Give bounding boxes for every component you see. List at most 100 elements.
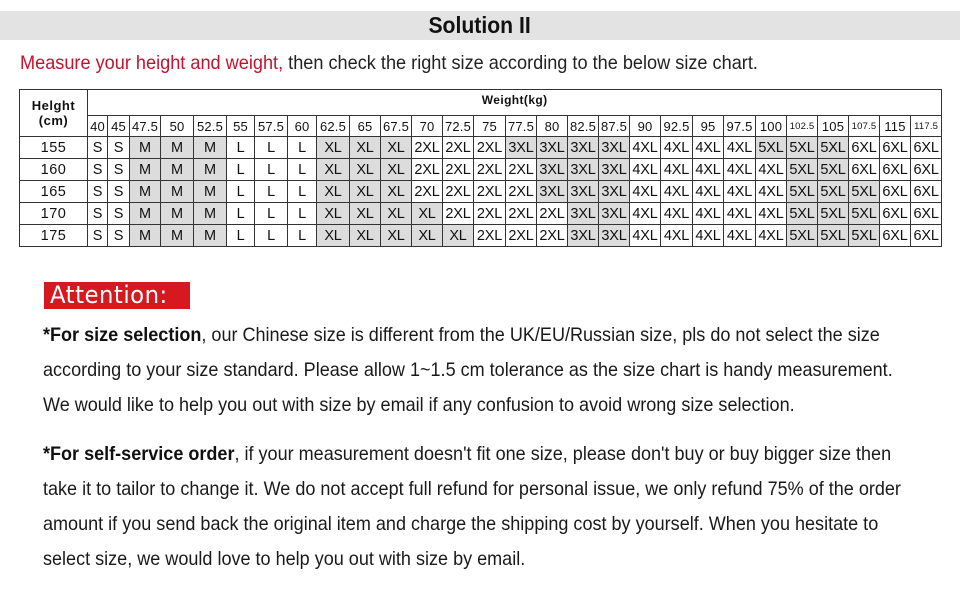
size-cell: L <box>254 180 288 203</box>
size-cell: XL <box>442 224 474 247</box>
size-cell: 4XL <box>723 224 756 247</box>
size-cell: M <box>129 224 161 247</box>
size-cell: 4XL <box>692 158 724 181</box>
attention-label: Attention: <box>50 281 168 309</box>
size-cell: M <box>160 202 194 225</box>
size-cell: XL <box>380 158 412 181</box>
size-cell: 4XL <box>755 202 787 225</box>
size-cell: M <box>193 158 227 181</box>
weight-column-header: 117.5 <box>909 115 943 137</box>
note-line: select size, we would love to help you o… <box>43 548 526 570</box>
weight-column-header: 80 <box>536 115 568 137</box>
note-heading: *For size selection <box>43 324 202 346</box>
size-cell: 4XL <box>660 158 693 181</box>
size-cell: L <box>226 180 255 203</box>
weight-column-header: 62.5 <box>316 115 350 137</box>
size-cell: 2XL <box>505 180 537 203</box>
size-cell: 4XL <box>755 180 787 203</box>
size-cell: 4XL <box>660 202 693 225</box>
size-selection-note: *For size selection, our Chinese size is… <box>43 318 953 423</box>
size-cell: XL <box>380 224 412 247</box>
size-cell: XL <box>316 158 350 181</box>
height-cell: 155 <box>19 136 88 159</box>
size-cell: 4XL <box>723 202 756 225</box>
note-text: , if your measurement doesn't fit one si… <box>234 443 892 465</box>
size-cell: S <box>107 180 130 203</box>
size-cell: 4XL <box>755 224 787 247</box>
size-cell: 3XL <box>598 158 630 181</box>
height-cell: 165 <box>19 180 88 203</box>
height-cell: 170 <box>19 202 88 225</box>
size-cell: L <box>287 202 317 225</box>
size-cell: 4XL <box>755 158 787 181</box>
size-cell: S <box>87 136 108 159</box>
size-cell: XL <box>316 202 350 225</box>
size-cell: 5XL <box>817 202 849 225</box>
size-cell: 4XL <box>660 224 693 247</box>
size-cell: 2XL <box>442 202 474 225</box>
size-cell: 3XL <box>598 224 630 247</box>
size-cell: 2XL <box>505 158 537 181</box>
size-cell: 2XL <box>505 202 537 225</box>
size-cell: 3XL <box>536 180 568 203</box>
weight-column-header: 50 <box>160 115 194 137</box>
size-cell: 4XL <box>629 180 661 203</box>
size-cell: 2XL <box>411 136 443 159</box>
size-cell: 2XL <box>442 136 474 159</box>
note-line: take it to tailor to change it. We do no… <box>43 478 901 500</box>
size-cell: 2XL <box>473 202 506 225</box>
size-cell: XL <box>349 158 381 181</box>
page-title: Solution II <box>428 12 532 38</box>
size-cell: 2XL <box>442 180 474 203</box>
self-service-order-note: *For self-service order, if your measure… <box>43 437 953 577</box>
size-cell: 3XL <box>536 158 568 181</box>
size-cell: 3XL <box>598 202 630 225</box>
size-cell: 2XL <box>411 158 443 181</box>
size-cell: S <box>107 136 130 159</box>
size-cell: 4XL <box>629 136 661 159</box>
size-cell: L <box>287 136 317 159</box>
size-cell: 4XL <box>723 136 756 159</box>
weight-column-header: 102.5 <box>786 115 818 137</box>
weight-column-header: 60 <box>287 115 317 137</box>
weight-column-header: 100 <box>755 115 787 137</box>
weight-column-header: 115 <box>879 115 911 137</box>
size-cell: XL <box>349 224 381 247</box>
size-cell: 6XL <box>879 180 911 203</box>
size-cell: 3XL <box>536 136 568 159</box>
attention-badge: Attention: <box>44 282 190 309</box>
size-cell: 6XL <box>909 136 943 159</box>
size-cell: M <box>193 202 227 225</box>
weight-column-header: 55 <box>226 115 255 137</box>
size-cell: XL <box>380 180 412 203</box>
table-row: 170 S S M M M L L L XL XL XL XL 2XL 2XL 2XL 2XL 3XL 3XL 4XL… <box>19 202 943 225</box>
size-cell: 3XL <box>567 158 599 181</box>
size-cell: 6XL <box>879 202 911 225</box>
size-cell: L <box>226 136 255 159</box>
size-cell: XL <box>380 136 412 159</box>
size-cell: 5XL <box>786 158 818 181</box>
size-cell: L <box>287 224 317 247</box>
weight-column-header: 75 <box>473 115 506 137</box>
size-cell: 3XL <box>567 180 599 203</box>
size-cell: 2XL <box>505 224 537 247</box>
size-cell: M <box>160 180 194 203</box>
size-cell: 3XL <box>567 224 599 247</box>
size-cell: 3XL <box>505 136 537 159</box>
weight-column-header: 90 <box>629 115 661 137</box>
size-cell: 4XL <box>660 136 693 159</box>
instruction-highlight: Measure your height and weight, <box>20 52 284 74</box>
size-cell: L <box>287 180 317 203</box>
size-cell: XL <box>380 202 412 225</box>
instruction-rest: then check the right size according to t… <box>283 52 758 74</box>
size-cell: L <box>254 224 288 247</box>
weight-column-header: 87.5 <box>598 115 630 137</box>
size-cell: 5XL <box>817 158 849 181</box>
size-cell: 2XL <box>473 158 506 181</box>
size-cell: 5XL <box>786 136 818 159</box>
size-cell: 2XL <box>536 202 568 225</box>
weight-column-header: 97.5 <box>723 115 756 137</box>
size-cell: XL <box>349 202 381 225</box>
size-cell: 5XL <box>848 224 880 247</box>
height-header-label: Helght <box>31 98 76 113</box>
